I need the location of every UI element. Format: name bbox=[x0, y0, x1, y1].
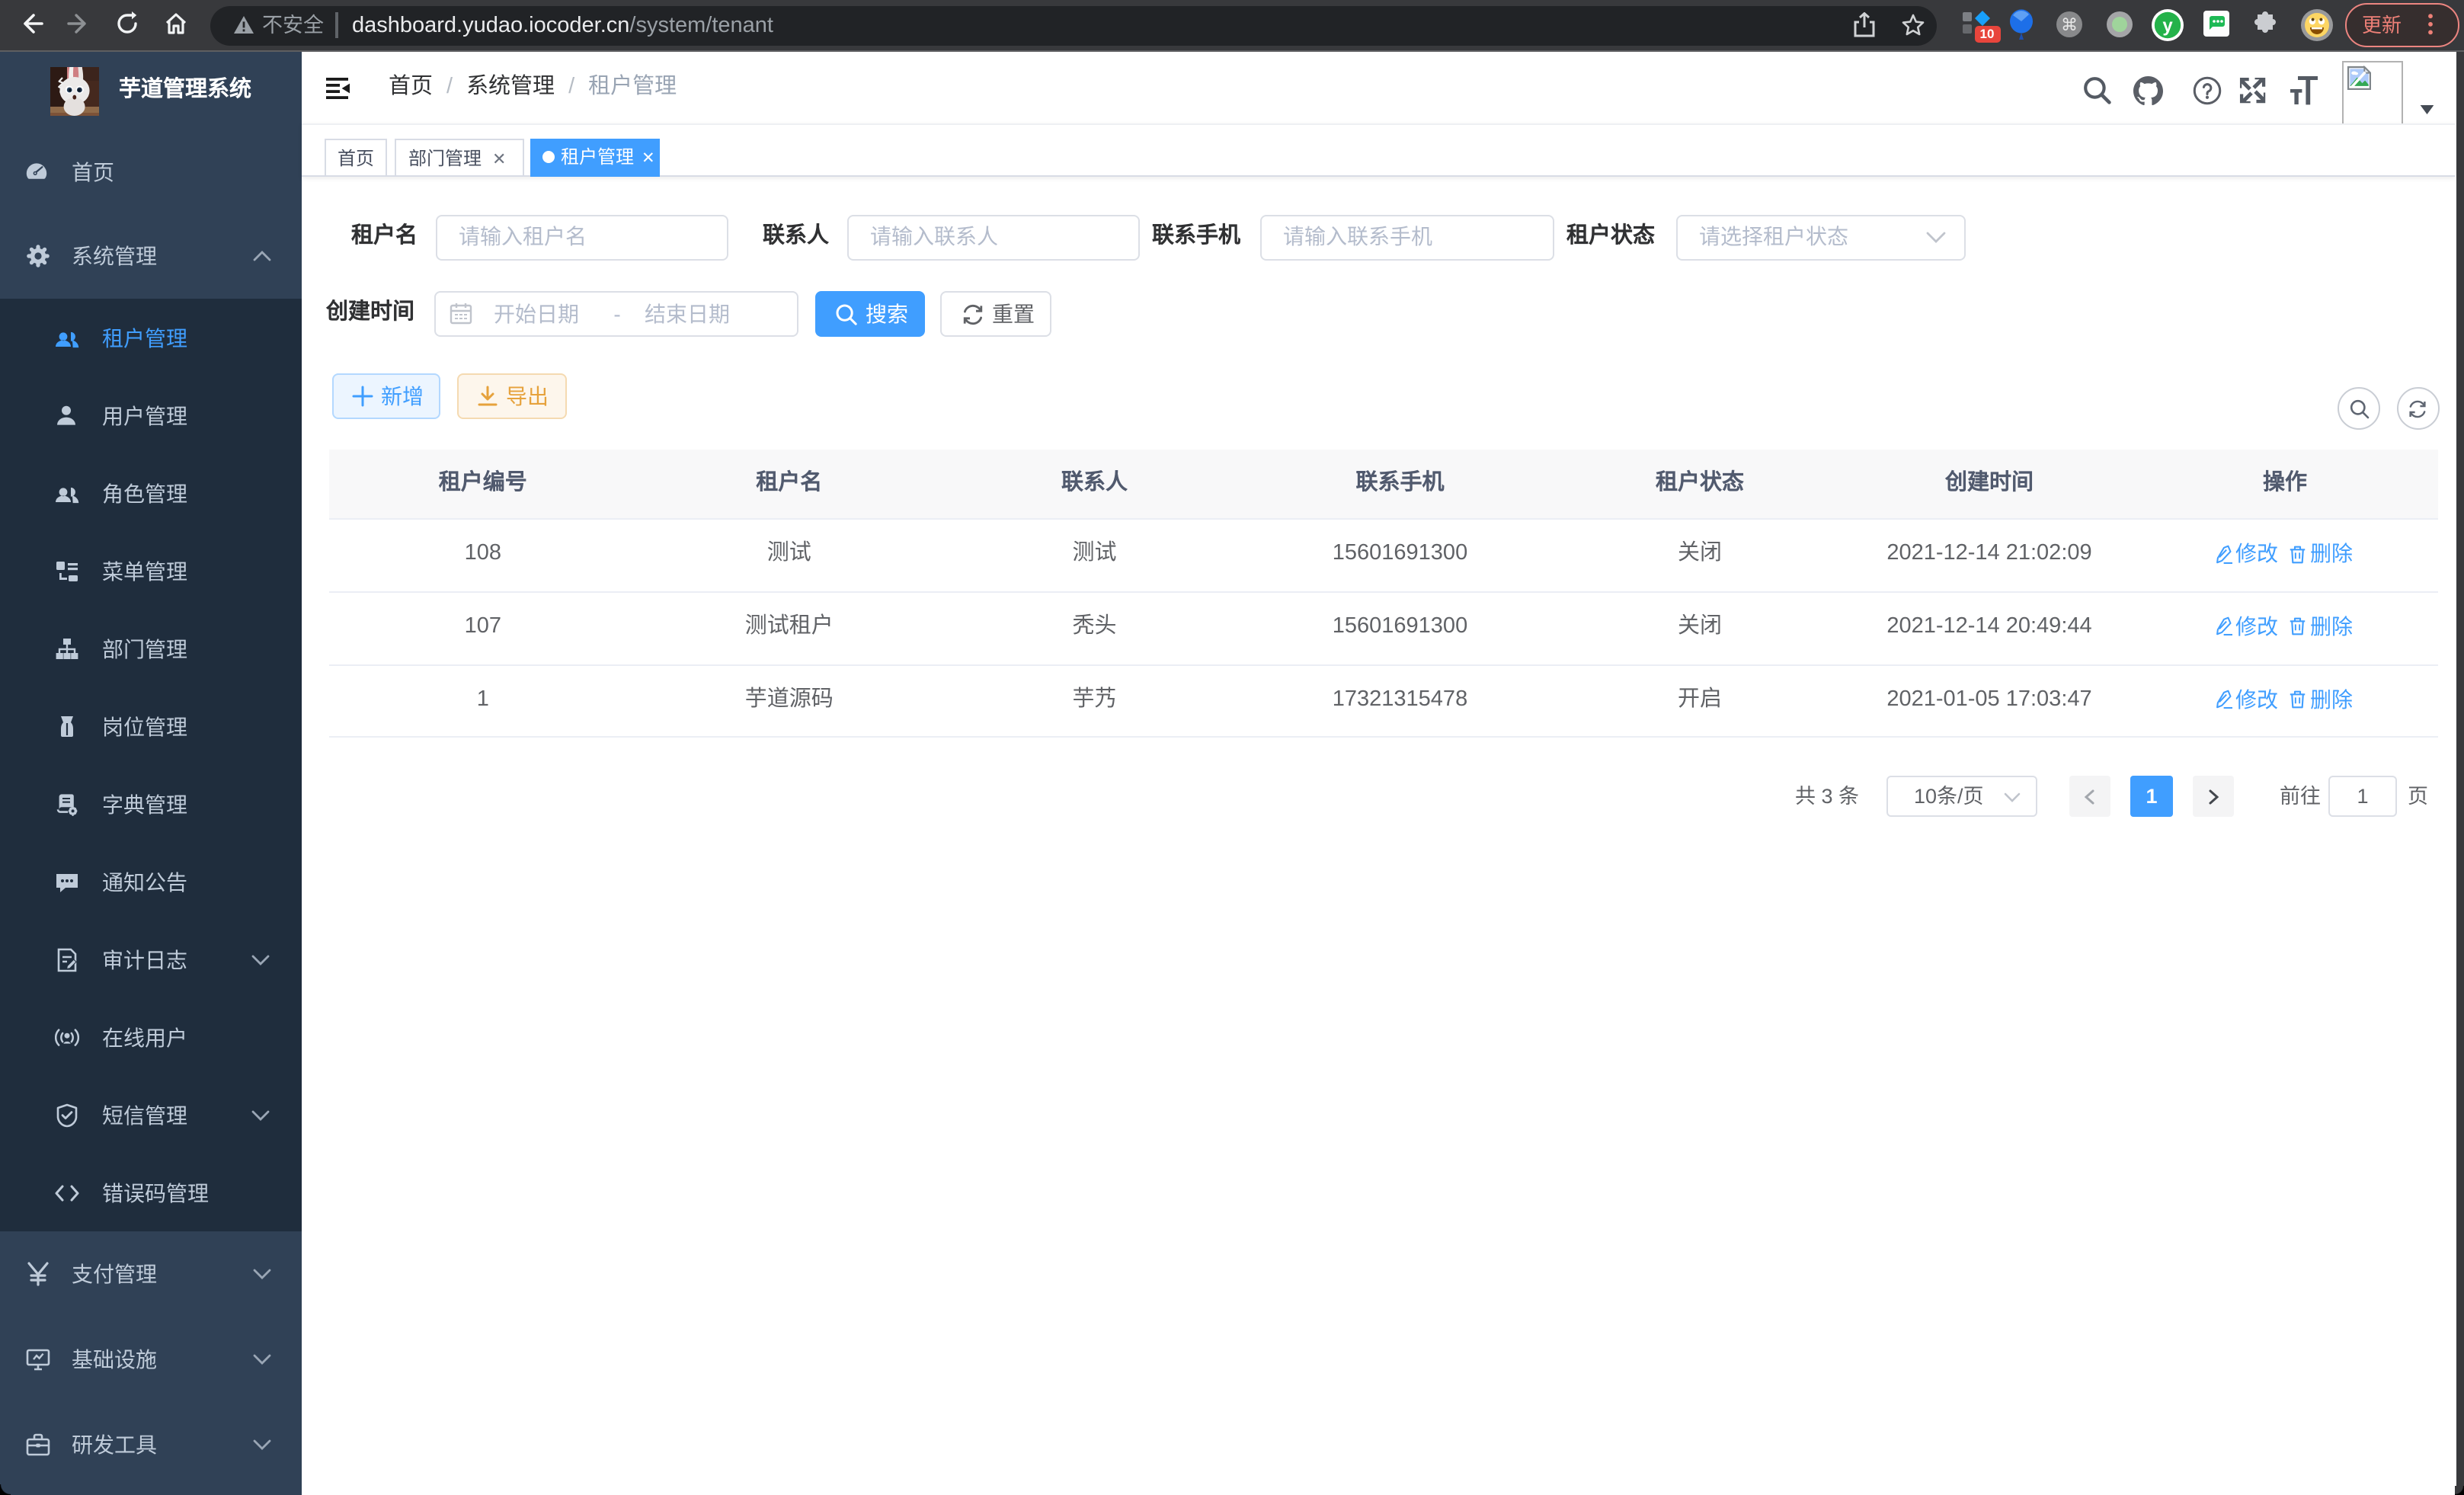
svg-text:⌘: ⌘ bbox=[2061, 15, 2078, 34]
svg-text:y: y bbox=[2162, 16, 2173, 37]
